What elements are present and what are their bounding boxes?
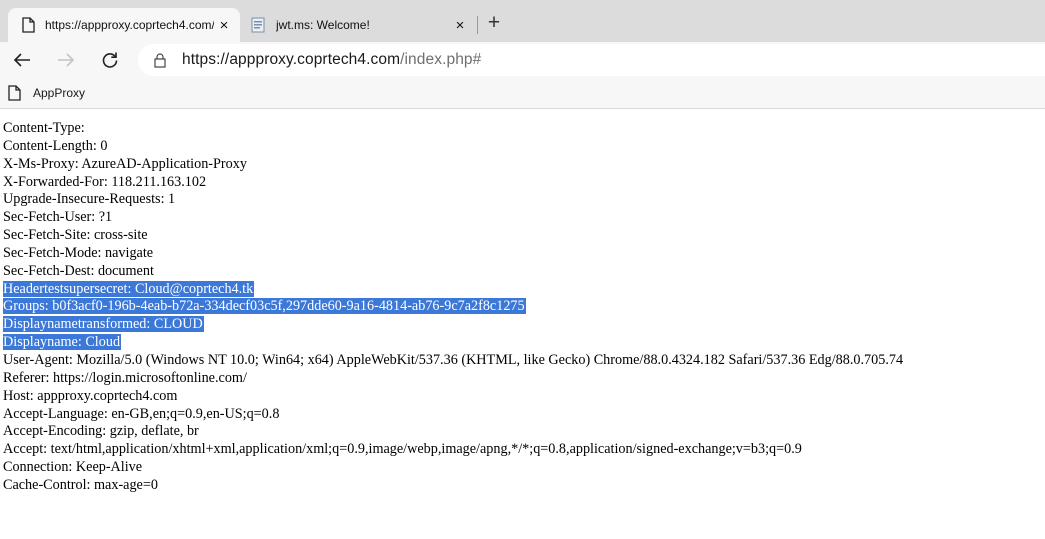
header-line-text: Connection: Keep-Alive bbox=[3, 459, 143, 476]
header-line: X-Ms-Proxy: AzureAD-Application-Proxy bbox=[3, 156, 904, 174]
tab-appproxy[interactable]: https://appproxy.coprtech4.com/ × bbox=[8, 8, 240, 42]
header-line: Cache-Control: max-age=0 bbox=[3, 477, 904, 495]
header-line-text: Groups: b0f3acf0-196b-4eab-b72a-334decf0… bbox=[3, 298, 526, 315]
back-button[interactable] bbox=[8, 46, 36, 74]
header-line: Accept-Language: en-GB,en;q=0.9,en-US;q=… bbox=[3, 406, 904, 424]
header-line-text: X-Forwarded-For: 118.211.163.102 bbox=[3, 173, 207, 190]
header-line: Connection: Keep-Alive bbox=[3, 459, 904, 477]
header-line: Sec-Fetch-Mode: navigate bbox=[3, 245, 904, 263]
header-line-text: Accept-Encoding: gzip, deflate, br bbox=[3, 423, 199, 440]
close-tab-icon[interactable]: × bbox=[214, 17, 234, 34]
tab-title: jwt.ms: Welcome! bbox=[276, 18, 370, 32]
header-line: Content-Length: 0 bbox=[3, 138, 904, 156]
header-dump: Content-Type: Content-Length: 0 X-Ms-Proxy… bbox=[3, 120, 904, 495]
url-host: https://appproxy.coprtech4.com bbox=[182, 51, 401, 68]
header-line-text: X-Ms-Proxy: AzureAD-Application-Proxy bbox=[3, 155, 247, 172]
tab-jwt[interactable]: jwt.ms: Welcome! × bbox=[244, 8, 476, 42]
header-line: Sec-Fetch-User: ?1 bbox=[3, 209, 904, 227]
header-line-text: Content-Length: 0 bbox=[3, 137, 108, 154]
page-icon bbox=[22, 17, 35, 33]
url-text[interactable]: https://appproxy.coprtech4.com/index.php… bbox=[182, 51, 481, 69]
header-line: Host: appproxy.coprtech4.com bbox=[3, 388, 904, 406]
refresh-icon bbox=[102, 52, 118, 68]
favorite-appproxy[interactable]: AppProxy bbox=[8, 83, 85, 103]
browser-toolbar: https://appproxy.coprtech4.com/index.php… bbox=[0, 42, 1045, 78]
document-icon bbox=[250, 17, 266, 33]
header-line-text: Sec-Fetch-User: ?1 bbox=[3, 209, 113, 226]
lock-icon[interactable] bbox=[152, 51, 168, 69]
tab-strip: https://appproxy.coprtech4.com/ × jwt.ms… bbox=[0, 0, 1045, 42]
header-line-text: Sec-Fetch-Mode: navigate bbox=[3, 244, 154, 261]
header-line-text: Headertestsupersecret: Cloud@coprtech4.t… bbox=[3, 280, 255, 297]
header-line-text: Host: appproxy.coprtech4.com bbox=[3, 387, 178, 404]
header-line: Accept: text/html,application/xhtml+xml,… bbox=[3, 441, 904, 459]
header-line: Referer: https://login.microsoftonline.c… bbox=[3, 370, 904, 388]
favorite-label: AppProxy bbox=[33, 86, 86, 100]
close-tab-icon[interactable]: × bbox=[450, 17, 470, 34]
selected-header-line: Displaynametransformed: CLOUD bbox=[3, 316, 904, 334]
favorites-bar: AppProxy bbox=[0, 78, 1045, 109]
back-arrow-icon bbox=[13, 53, 30, 67]
header-line-text: Displaynametransformed: CLOUD bbox=[3, 316, 204, 333]
header-line-text: Cache-Control: max-age=0 bbox=[3, 476, 158, 493]
selected-header-line: Groups: b0f3acf0-196b-4eab-b72a-334decf0… bbox=[3, 298, 904, 316]
header-line: X-Forwarded-For: 118.211.163.102 bbox=[3, 174, 904, 192]
forward-button[interactable] bbox=[52, 46, 80, 74]
new-tab-button[interactable]: + bbox=[483, 12, 505, 36]
refresh-button[interactable] bbox=[96, 46, 124, 74]
tab-separator bbox=[477, 16, 478, 34]
selected-header-line: Headertestsupersecret: Cloud@coprtech4.t… bbox=[3, 280, 904, 299]
header-line: Content-Type: bbox=[3, 120, 904, 138]
forward-arrow-icon bbox=[58, 53, 75, 67]
header-line: User-Agent: Mozilla/5.0 (Windows NT 10.0… bbox=[3, 352, 904, 370]
header-line: Sec-Fetch-Dest: document bbox=[3, 263, 904, 281]
header-line-text: Sec-Fetch-Site: cross-site bbox=[3, 227, 148, 244]
url-path: /index.php# bbox=[400, 51, 482, 68]
header-line: Upgrade-Insecure-Requests: 1 bbox=[3, 191, 904, 209]
header-line: Sec-Fetch-Site: cross-site bbox=[3, 227, 904, 245]
header-line-text: Upgrade-Insecure-Requests: 1 bbox=[3, 191, 176, 208]
header-line-text: Accept-Language: en-GB,en;q=0.9,en-US;q=… bbox=[3, 405, 280, 422]
header-line-text: Accept: text/html,application/xhtml+xml,… bbox=[3, 441, 802, 458]
tab-title: https://appproxy.coprtech4.com/ bbox=[45, 18, 214, 32]
selected-header-line: Displayname: Cloud bbox=[3, 334, 904, 352]
header-line-text: Content-Type: bbox=[3, 120, 85, 136]
header-line-text: Sec-Fetch-Dest: document bbox=[3, 262, 154, 279]
header-line: Accept-Encoding: gzip, deflate, br bbox=[3, 423, 904, 441]
address-bar[interactable]: https://appproxy.coprtech4.com/index.php… bbox=[138, 44, 1045, 76]
header-line-text: Displayname: Cloud bbox=[3, 334, 122, 351]
header-line-text: Referer: https://login.microsoftonline.c… bbox=[3, 369, 247, 386]
page-icon bbox=[8, 84, 24, 102]
header-line-text: User-Agent: Mozilla/5.0 (Windows NT 10.0… bbox=[3, 351, 904, 368]
